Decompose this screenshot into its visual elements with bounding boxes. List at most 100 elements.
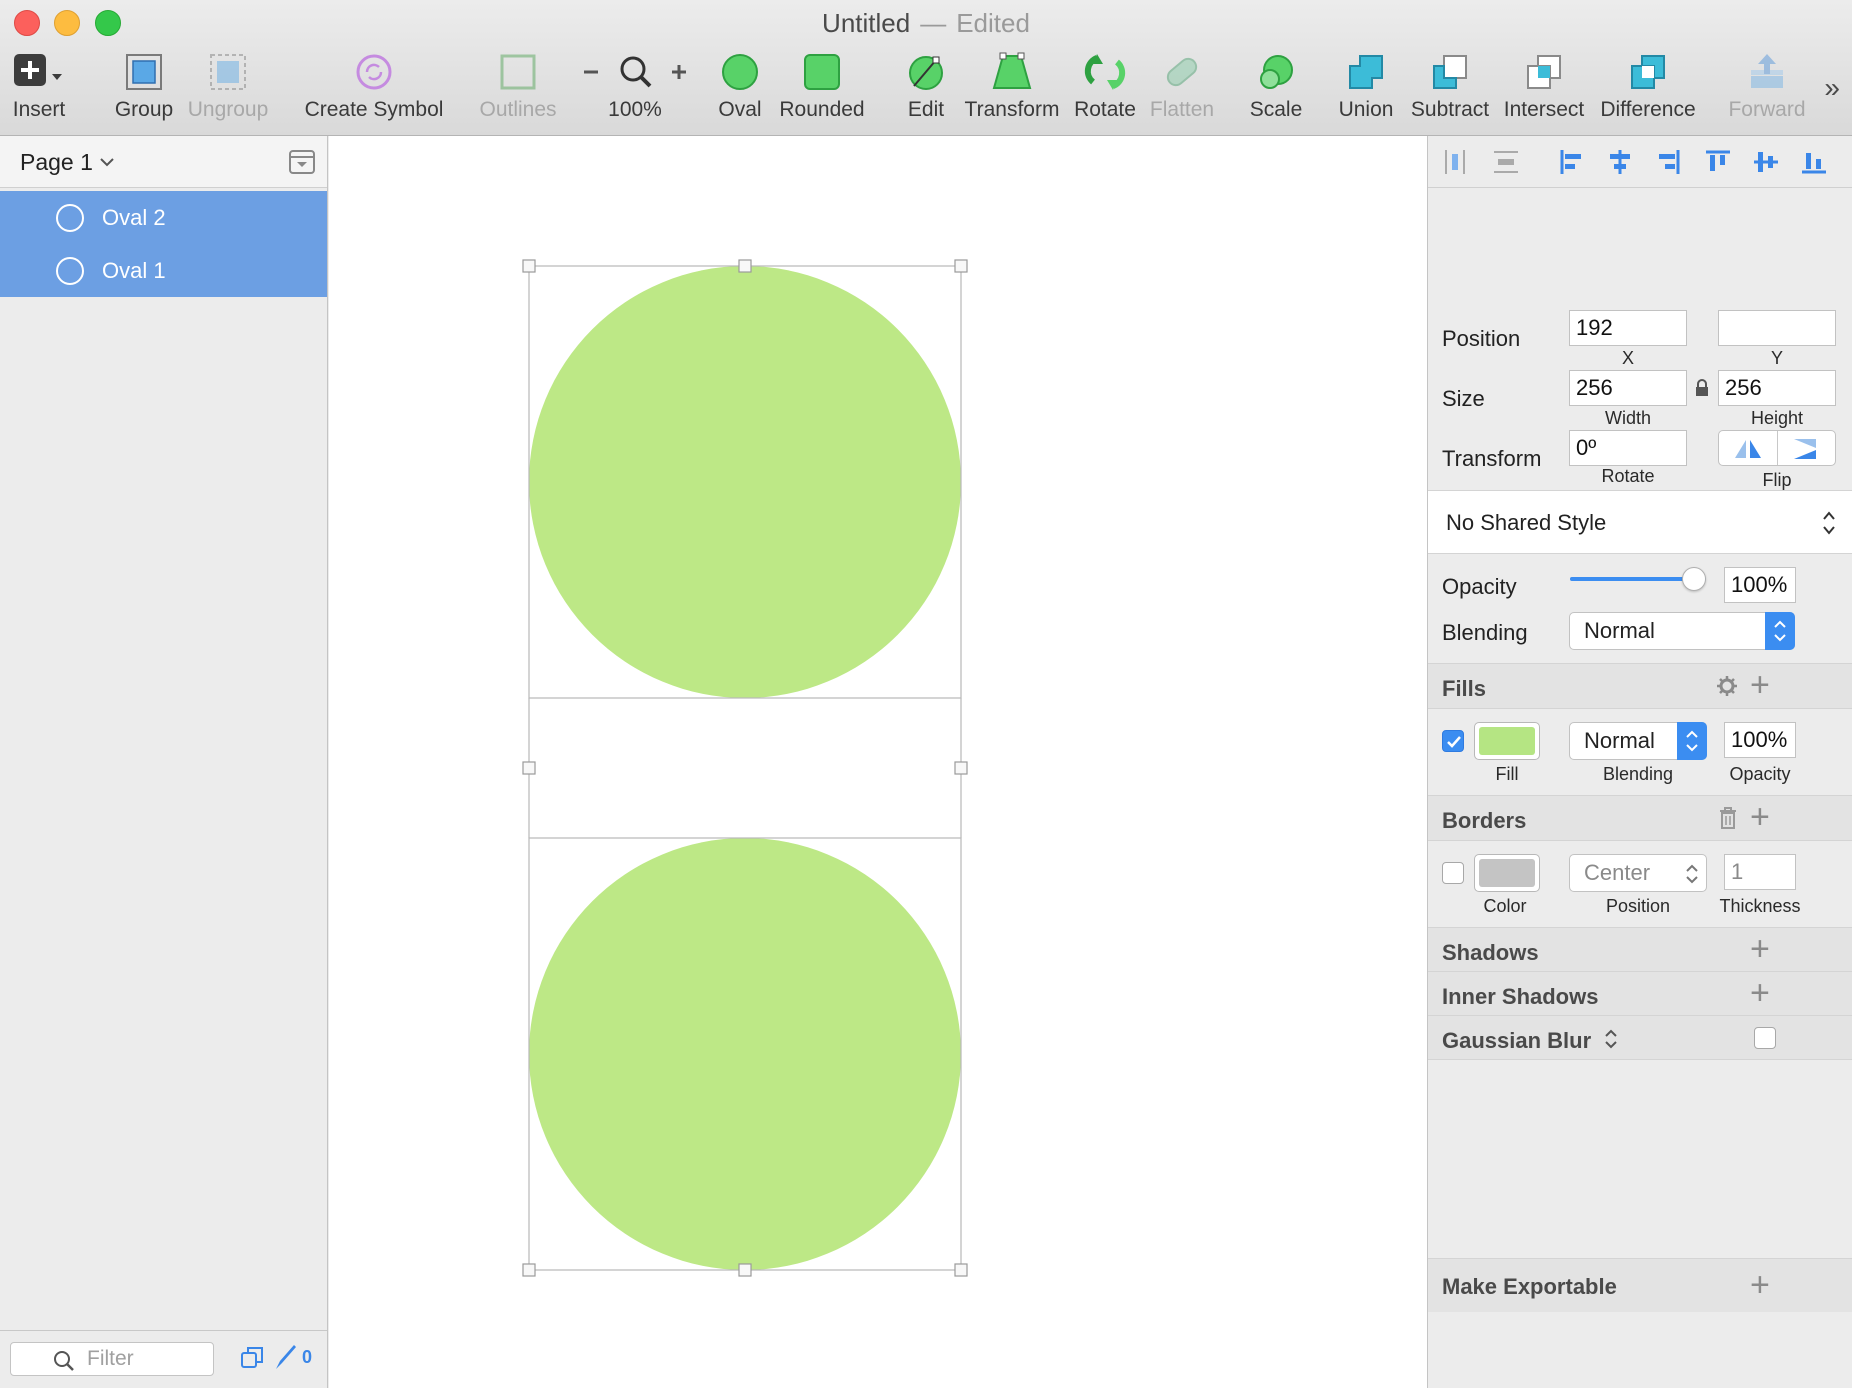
difference-button[interactable]: Difference bbox=[1600, 48, 1696, 128]
border-thickness-input[interactable] bbox=[1724, 854, 1796, 890]
fill-blending-select[interactable]: Normal bbox=[1569, 722, 1707, 760]
symbols-filter-icon[interactable] bbox=[240, 1345, 266, 1369]
toggle-pages-icon[interactable] bbox=[289, 150, 315, 174]
design-canvas[interactable] bbox=[329, 136, 1427, 1388]
make-exportable-bar[interactable]: Make Exportable + bbox=[1428, 1259, 1852, 1312]
zoom-control[interactable]: 100% bbox=[580, 48, 690, 128]
union-button[interactable]: Union bbox=[1338, 48, 1394, 128]
trash-icon[interactable] bbox=[1718, 806, 1738, 830]
edit-button[interactable]: Edit bbox=[904, 48, 948, 128]
resize-handle-left[interactable] bbox=[522, 761, 536, 775]
resize-handle-top[interactable] bbox=[738, 259, 752, 273]
rotate-label: Rotate bbox=[1074, 98, 1136, 121]
plus-icon bbox=[14, 54, 62, 86]
gaussian-blur-checkbox[interactable] bbox=[1754, 1027, 1776, 1049]
align-left-icon[interactable] bbox=[1558, 148, 1586, 176]
rotate-input[interactable] bbox=[1569, 430, 1687, 466]
gear-icon[interactable] bbox=[1716, 675, 1738, 697]
distribute-horizontal-icon[interactable] bbox=[1442, 148, 1468, 176]
inspector-panel: Position X Y Size Width Height Transform… bbox=[1427, 136, 1852, 1388]
transform-button[interactable]: Transform bbox=[965, 48, 1059, 128]
updown-chevron-icon[interactable] bbox=[1604, 1028, 1618, 1050]
align-center-horizontal-icon[interactable] bbox=[1606, 148, 1634, 176]
position-label: Position bbox=[1442, 326, 1521, 351]
blending-value: Normal bbox=[1584, 618, 1655, 643]
shared-style-selector[interactable]: No Shared Style bbox=[1428, 491, 1852, 553]
opacity-slider[interactable] bbox=[1570, 567, 1706, 591]
more-toolbar-chevron-icon[interactable]: » bbox=[1824, 72, 1840, 104]
fills-title: Fills bbox=[1442, 676, 1487, 701]
border-position-select[interactable]: Center bbox=[1569, 854, 1707, 892]
subtract-button[interactable]: Subtract bbox=[1410, 48, 1490, 128]
add-fill-icon[interactable]: + bbox=[1750, 668, 1770, 702]
align-right-icon[interactable] bbox=[1654, 148, 1682, 176]
add-export-icon[interactable]: + bbox=[1750, 1268, 1770, 1302]
distribute-vertical-icon[interactable] bbox=[1492, 148, 1520, 176]
flatten-button[interactable]: Flatten bbox=[1150, 48, 1214, 128]
forward-button[interactable]: Forward bbox=[1728, 48, 1806, 128]
add-border-icon[interactable]: + bbox=[1750, 800, 1770, 834]
ungroup-button[interactable]: Ungroup bbox=[188, 48, 268, 128]
rounded-label: Rounded bbox=[779, 98, 865, 121]
resize-handle-bottom-left[interactable] bbox=[522, 1263, 536, 1277]
shadows-header[interactable]: Shadows + bbox=[1428, 928, 1852, 971]
group-button[interactable]: Group bbox=[112, 48, 176, 128]
border-enabled-checkbox[interactable] bbox=[1442, 862, 1464, 884]
flip-horizontal-icon[interactable] bbox=[1733, 437, 1763, 461]
fill-enabled-checkbox[interactable] bbox=[1442, 730, 1464, 752]
fill-opacity-input[interactable] bbox=[1724, 722, 1796, 758]
layer-item-oval-2[interactable]: Oval 2 bbox=[0, 191, 327, 244]
flip-vertical-icon[interactable] bbox=[1791, 437, 1821, 461]
insert-button[interactable]: Insert bbox=[13, 48, 65, 128]
rotate-button[interactable]: Rotate bbox=[1074, 48, 1136, 128]
add-inner-shadow-icon[interactable]: + bbox=[1750, 976, 1770, 1010]
opacity-slider-knob[interactable] bbox=[1682, 567, 1706, 591]
align-middle-vertical-icon[interactable] bbox=[1752, 148, 1780, 176]
resize-handle-right[interactable] bbox=[954, 761, 968, 775]
updown-chevron-icon bbox=[1823, 511, 1835, 535]
outlines-label: Outlines bbox=[479, 98, 557, 121]
page-selector[interactable]: Page 1 bbox=[0, 136, 327, 188]
align-bottom-icon[interactable] bbox=[1800, 148, 1828, 176]
fill-color-swatch[interactable] bbox=[1474, 722, 1540, 760]
width-input[interactable] bbox=[1569, 370, 1687, 406]
document-status: Edited bbox=[956, 8, 1030, 38]
layer-item-oval-1[interactable]: Oval 1 bbox=[0, 244, 327, 297]
border-color-swatch[interactable] bbox=[1474, 854, 1540, 892]
intersect-label: Intersect bbox=[1503, 98, 1585, 121]
blending-label: Blending bbox=[1442, 620, 1528, 645]
edit-label: Edit bbox=[907, 98, 945, 121]
canvas-artwork[interactable] bbox=[329, 136, 1427, 1388]
resize-handle-top-right[interactable] bbox=[954, 259, 968, 273]
rotate-label: Rotate bbox=[1601, 466, 1655, 486]
outlines-icon bbox=[500, 54, 536, 90]
gaussian-blur-header[interactable]: Gaussian Blur bbox=[1428, 1016, 1852, 1059]
blending-select[interactable]: Normal bbox=[1569, 612, 1795, 650]
layers-sidebar: Page 1 Oval 2 Oval 1 0 bbox=[0, 136, 328, 1388]
intersect-button[interactable]: Intersect bbox=[1504, 48, 1584, 128]
slice-filter-icon[interactable] bbox=[272, 1343, 298, 1371]
height-input[interactable] bbox=[1718, 370, 1836, 406]
oval-1-shape[interactable] bbox=[529, 838, 961, 1270]
lock-icon[interactable] bbox=[1694, 378, 1710, 398]
inner-shadows-header[interactable]: Inner Shadows + bbox=[1428, 972, 1852, 1015]
x-label: X bbox=[1621, 348, 1634, 368]
oval-tool-button[interactable]: Oval bbox=[716, 48, 764, 128]
slice-count: 0 bbox=[302, 1347, 313, 1367]
position-y-input[interactable] bbox=[1718, 310, 1836, 346]
group-icon bbox=[126, 54, 162, 90]
scale-button[interactable]: Scale bbox=[1248, 48, 1304, 128]
create-symbol-button[interactable]: Create Symbol bbox=[305, 48, 443, 128]
filter-box[interactable] bbox=[10, 1342, 214, 1376]
align-top-icon[interactable] bbox=[1704, 148, 1732, 176]
resize-handle-top-left[interactable] bbox=[522, 259, 536, 273]
rounded-tool-button[interactable]: Rounded bbox=[779, 48, 865, 128]
filter-input[interactable] bbox=[87, 1346, 207, 1372]
add-shadow-icon[interactable]: + bbox=[1750, 932, 1770, 966]
opacity-input[interactable] bbox=[1724, 567, 1796, 603]
resize-handle-bottom[interactable] bbox=[738, 1263, 752, 1277]
position-x-input[interactable] bbox=[1569, 310, 1687, 346]
oval-2-shape[interactable] bbox=[529, 266, 961, 698]
resize-handle-bottom-right[interactable] bbox=[954, 1263, 968, 1277]
outlines-button[interactable]: Outlines bbox=[479, 48, 557, 128]
